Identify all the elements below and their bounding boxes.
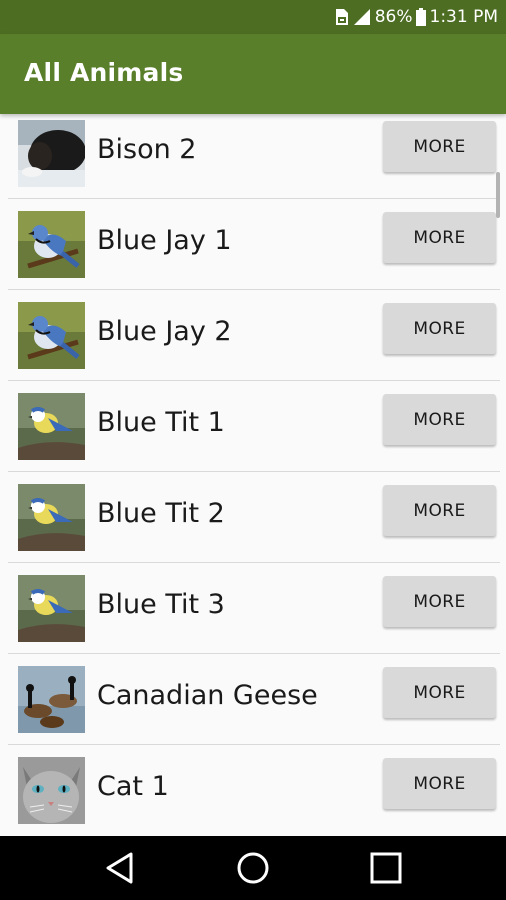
list-item-label: Bison 2	[97, 134, 197, 165]
status-time: 1:31 PM	[429, 7, 499, 27]
page-title: All Animals	[24, 58, 184, 87]
recents-icon[interactable]	[366, 848, 406, 888]
bison-thumbnail	[18, 120, 85, 187]
app-bar: All Animals	[0, 34, 506, 114]
list-item[interactable]: Blue Tit 2 MORE	[8, 472, 500, 563]
list-item-label: Blue Tit 2	[97, 498, 225, 529]
blue-tit-thumbnail	[18, 575, 85, 642]
list-item[interactable]: Blue Jay 1 MORE	[8, 199, 500, 290]
blue-tit-thumbnail	[18, 484, 85, 551]
scrollbar[interactable]	[496, 172, 500, 218]
more-button[interactable]: MORE	[383, 303, 496, 354]
animal-list[interactable]: Bison 2 MORE Blue Jay 1 MORE Blue Jay 2 …	[0, 114, 506, 836]
more-button[interactable]: MORE	[383, 394, 496, 445]
list-item-label: Blue Tit 3	[97, 589, 225, 620]
geese-thumbnail	[18, 666, 85, 733]
navigation-bar	[0, 836, 506, 900]
back-icon[interactable]	[100, 848, 140, 888]
list-item-label: Blue Jay 1	[97, 225, 232, 256]
more-button[interactable]: MORE	[383, 758, 496, 809]
status-bar: 86% 1:31 PM	[0, 0, 506, 34]
list-item[interactable]: Cat 1 MORE	[8, 745, 500, 836]
list-item[interactable]: Canadian Geese MORE	[8, 654, 500, 745]
blue-tit-thumbnail	[18, 393, 85, 460]
sim-icon	[333, 8, 349, 26]
list-item[interactable]: Bison 2 MORE	[8, 114, 500, 199]
home-icon[interactable]	[233, 848, 273, 888]
list-item-label: Blue Tit 1	[97, 407, 225, 438]
list-item[interactable]: Blue Tit 1 MORE	[8, 381, 500, 472]
more-button[interactable]: MORE	[383, 576, 496, 627]
battery-percent: 86%	[374, 7, 413, 27]
signal-icon	[353, 8, 371, 26]
list-item-label: Canadian Geese	[97, 680, 318, 711]
blue-jay-thumbnail	[18, 302, 85, 369]
more-button[interactable]: MORE	[383, 667, 496, 718]
list-item-label: Blue Jay 2	[97, 316, 232, 347]
cat-thumbnail	[18, 757, 85, 824]
more-button[interactable]: MORE	[383, 485, 496, 536]
list-item-label: Cat 1	[97, 771, 169, 802]
more-button[interactable]: MORE	[383, 121, 496, 172]
list-item[interactable]: Blue Jay 2 MORE	[8, 290, 500, 381]
blue-jay-thumbnail	[18, 211, 85, 278]
battery-icon	[415, 8, 426, 26]
more-button[interactable]: MORE	[383, 212, 496, 263]
list-item[interactable]: Blue Tit 3 MORE	[8, 563, 500, 654]
